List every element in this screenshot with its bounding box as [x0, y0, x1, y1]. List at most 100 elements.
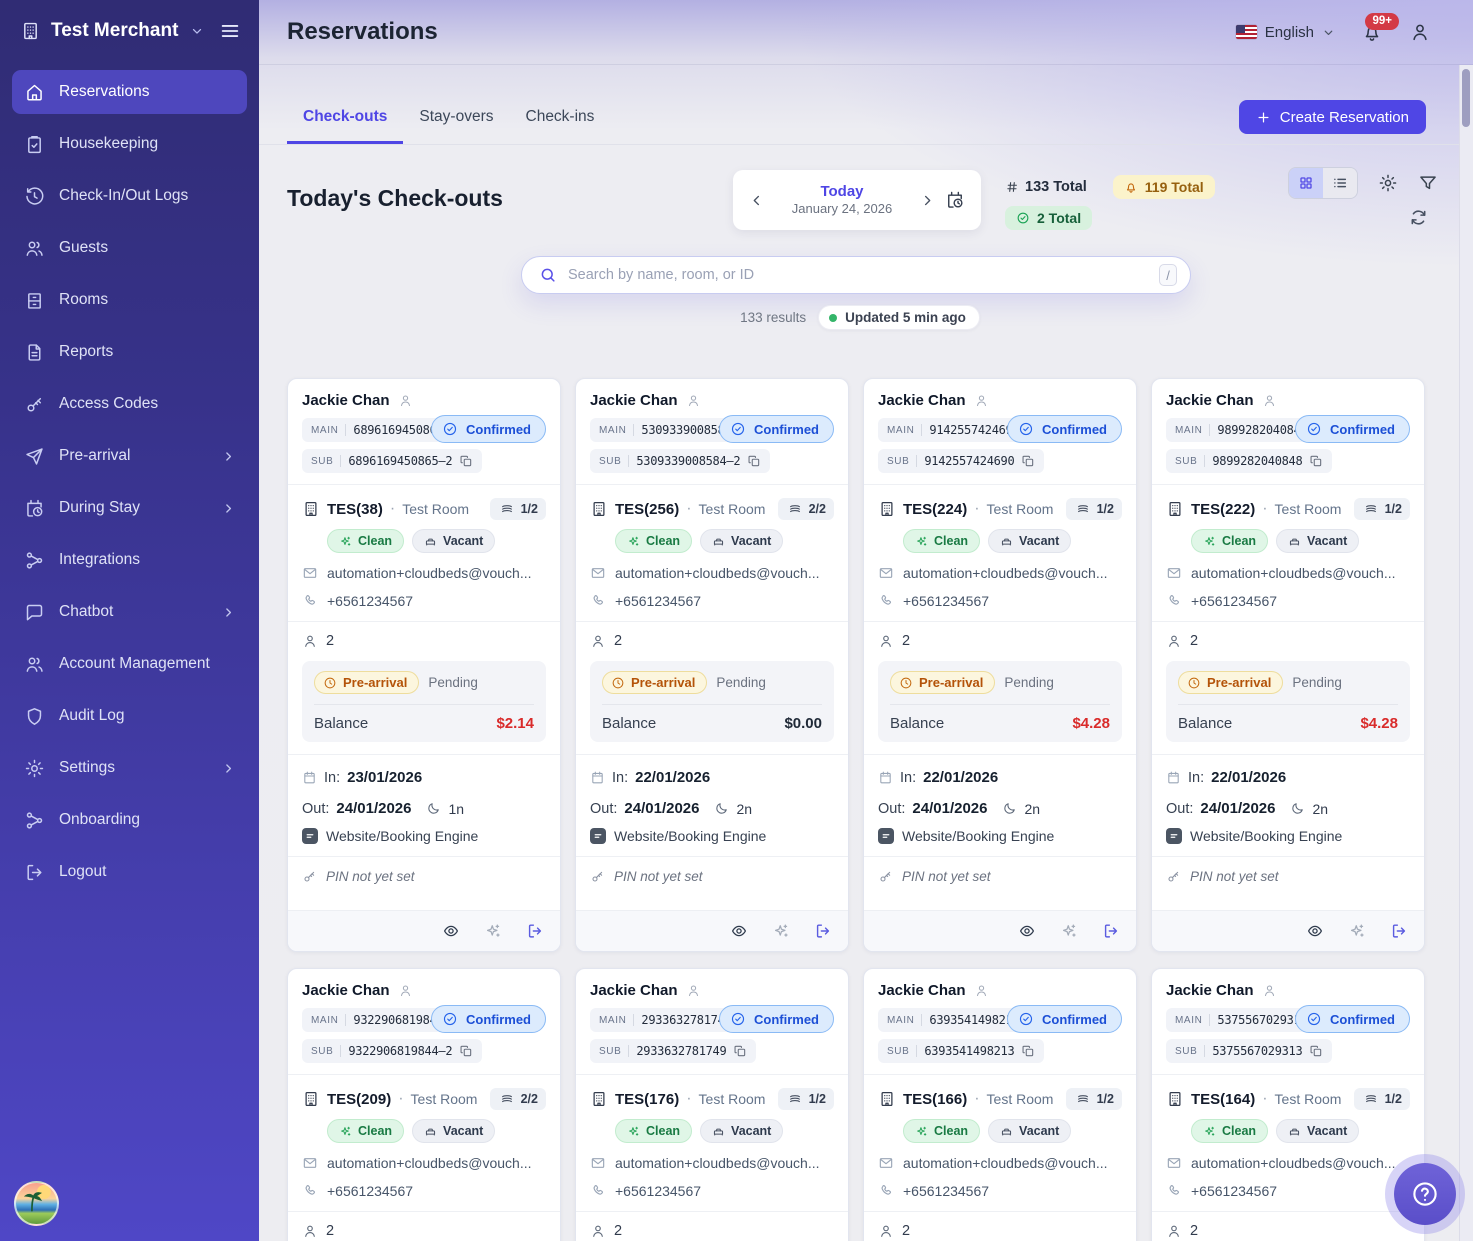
sidebar-item-check-in-out-logs[interactable]: Check-In/Out Logs: [12, 174, 247, 218]
sidebar-item-during-stay[interactable]: During Stay: [12, 486, 247, 530]
reservation-card[interactable]: Jackie Chan MAIN 9142557424690 Confirmed…: [863, 378, 1137, 952]
key-icon: [1166, 869, 1181, 884]
view-details-icon[interactable]: [1018, 922, 1036, 940]
sub-reservation-id: 6393541498213: [924, 1044, 1014, 1058]
check-out-action-icon[interactable]: [1390, 922, 1408, 940]
copy-icon[interactable]: [459, 1044, 473, 1058]
main-reservation-id: 5375567029313: [1217, 1013, 1307, 1027]
clock-icon: [611, 676, 625, 690]
balance-value: $4.28: [1360, 715, 1398, 732]
view-details-icon[interactable]: [442, 922, 460, 940]
card-header: Jackie Chan MAIN 9899282040848 Confirmed…: [1152, 379, 1424, 485]
reservation-card[interactable]: Jackie Chan MAIN 2933632781749 Confirmed…: [575, 968, 849, 1241]
tab-stay-overs[interactable]: Stay-overs: [403, 108, 509, 144]
sidebar-item-audit-log[interactable]: Audit Log: [12, 694, 247, 738]
bed-icon: [424, 1125, 437, 1138]
phone-icon: [590, 593, 606, 609]
list-view-button[interactable]: [1323, 168, 1357, 198]
sidebar-item-label: Guests: [59, 239, 108, 257]
sparkles-icon[interactable]: [772, 922, 790, 940]
next-day-button[interactable]: [920, 193, 935, 208]
sidebar-item-pre-arrival[interactable]: Pre-arrival: [12, 434, 247, 478]
balance-value: $0.00: [784, 715, 822, 732]
reservation-card[interactable]: Jackie Chan MAIN 6393541498213 Confirmed…: [863, 968, 1137, 1241]
check-circle-icon: [1018, 1011, 1034, 1027]
reservation-card[interactable]: Jackie Chan MAIN 9899282040848 Confirmed…: [1151, 378, 1425, 952]
main-id-pill: MAIN 9322906819844: [302, 1008, 452, 1032]
source-icon: [590, 828, 606, 844]
phone-icon: [590, 1183, 606, 1199]
search-input[interactable]: [568, 267, 1148, 283]
share-icon: [24, 810, 45, 831]
guest-email: automation+cloudbeds@vouch...: [1191, 565, 1396, 581]
tab-check-ins[interactable]: Check-ins: [510, 108, 611, 144]
filter-icon[interactable]: [1418, 173, 1438, 193]
language-selector[interactable]: English: [1236, 24, 1335, 41]
user-menu-icon[interactable]: [1409, 21, 1431, 43]
divider: [1204, 1045, 1205, 1057]
card-body: TES(164) · Test Room 1/2 Clean Vacant: [1152, 1075, 1424, 1241]
sidebar-item-guests[interactable]: Guests: [12, 226, 247, 270]
sidebar-item-logout[interactable]: Logout: [12, 850, 247, 894]
stage-status: Pending: [716, 675, 766, 690]
date-display[interactable]: Today January 24, 2026: [764, 183, 920, 218]
status-badge: Confirmed: [431, 1005, 546, 1033]
previous-day-button[interactable]: [749, 193, 764, 208]
copy-icon[interactable]: [747, 454, 761, 468]
balance-label: Balance: [890, 715, 944, 732]
sparkles-icon[interactable]: [1060, 922, 1078, 940]
view-details-icon[interactable]: [1306, 922, 1324, 940]
divider: [288, 1211, 560, 1212]
sidebar-item-label: Logout: [59, 863, 106, 881]
sidebar-item-access-codes[interactable]: Access Codes: [12, 382, 247, 426]
refresh-icon[interactable]: [1409, 208, 1428, 227]
sub-id-pill: SUB 9899282040848: [1166, 449, 1332, 473]
sparkles-icon[interactable]: [1348, 922, 1366, 940]
sidebar-item-housekeeping[interactable]: Housekeeping: [12, 122, 247, 166]
settings-gear-icon[interactable]: [1378, 173, 1398, 193]
sidebar-item-settings[interactable]: Settings: [12, 746, 247, 790]
hamburger-menu-icon[interactable]: [219, 20, 241, 42]
copy-icon[interactable]: [733, 1044, 747, 1058]
sidebar-item-reports[interactable]: Reports: [12, 330, 247, 374]
sidebar-item-label: Reports: [59, 343, 113, 361]
reservation-card[interactable]: Jackie Chan MAIN 9322906819844 Confirmed…: [287, 968, 561, 1241]
create-reservation-button[interactable]: Create Reservation: [1239, 100, 1426, 134]
check-out-action-icon[interactable]: [1102, 922, 1120, 940]
check-circle-icon: [730, 1011, 746, 1027]
calendar-picker-icon[interactable]: [945, 190, 965, 210]
notifications-button[interactable]: 99+: [1361, 21, 1383, 43]
scrollbar[interactable]: [1459, 65, 1473, 1241]
view-details-icon[interactable]: [730, 922, 748, 940]
copy-icon[interactable]: [1309, 1044, 1323, 1058]
sparkles-icon[interactable]: [484, 922, 502, 940]
scrollbar-thumb[interactable]: [1462, 69, 1470, 127]
copy-icon[interactable]: [1021, 454, 1035, 468]
merchant-switcher[interactable]: Test Merchant: [0, 0, 259, 56]
check-out-action-icon[interactable]: [526, 922, 544, 940]
help-button[interactable]: [1394, 1163, 1456, 1225]
reservation-card[interactable]: Jackie Chan MAIN 6896169450865 Confirmed…: [287, 378, 561, 952]
copy-icon[interactable]: [459, 454, 473, 468]
guest-icon: [974, 393, 989, 408]
grid-view-button[interactable]: [1289, 168, 1323, 198]
guest-phone: +6561234567: [615, 593, 701, 609]
copy-icon[interactable]: [1021, 1044, 1035, 1058]
sidebar-item-reservations[interactable]: Reservations: [12, 70, 247, 114]
main-area: Reservations English 99+ Check-outs Stay…: [259, 0, 1473, 1241]
status-badge: Confirmed: [719, 415, 834, 443]
copy-icon[interactable]: [1309, 454, 1323, 468]
tab-check-outs[interactable]: Check-outs: [287, 108, 403, 144]
check-circle-icon: [1306, 421, 1322, 437]
sidebar-item-chatbot[interactable]: Chatbot: [12, 590, 247, 634]
reservation-card[interactable]: Jackie Chan MAIN 5375567029313 Confirmed…: [1151, 968, 1425, 1241]
island-avatar[interactable]: [14, 1181, 59, 1226]
check-out-action-icon[interactable]: [814, 922, 832, 940]
sidebar-item-integrations[interactable]: Integrations: [12, 538, 247, 582]
sidebar-item-label: Access Codes: [59, 395, 158, 413]
reservation-card[interactable]: Jackie Chan MAIN 5309339008584 Confirmed…: [575, 378, 849, 952]
sidebar-item-account-management[interactable]: Account Management: [12, 642, 247, 686]
divider: [890, 704, 1110, 705]
sidebar-item-onboarding[interactable]: Onboarding: [12, 798, 247, 842]
sidebar-item-rooms[interactable]: Rooms: [12, 278, 247, 322]
